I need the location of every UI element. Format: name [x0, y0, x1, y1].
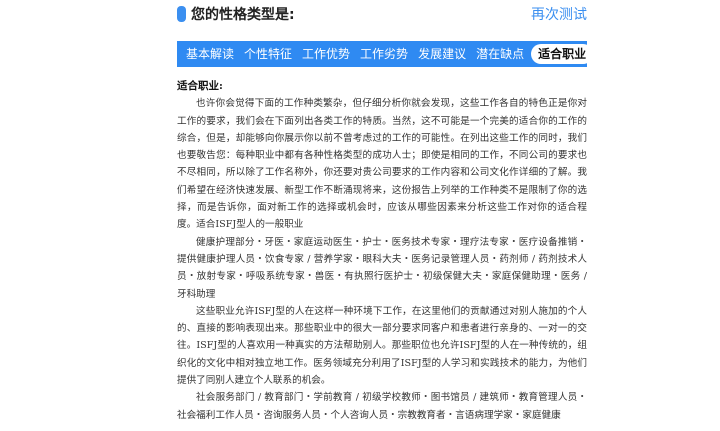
paragraph-healthcare-jobs: 健康护理部分・牙医・家庭运动医生・护士・医务技术专家・理疗法专家・医疗设备推销・… — [177, 236, 587, 300]
section-title: 适合职业: — [177, 80, 223, 92]
page-title: 您的性格类型是: — [191, 7, 295, 23]
tab-work-strengths[interactable]: 工作优势 — [297, 41, 355, 67]
retest-link[interactable]: 再次测试 — [531, 4, 587, 24]
tab-bar: 基本解读 个性特征 工作优势 工作劣势 发展建议 潜在缺点 适合职业 — [177, 41, 594, 67]
tab-potential-flaws[interactable]: 潜在缺点 — [471, 41, 529, 67]
title-accent-bar — [177, 6, 186, 22]
tab-development-advice[interactable]: 发展建议 — [413, 41, 471, 67]
content-panel: 适合职业: 也许你会觉得下面的工作种类繁杂，但仔细分析你就会发现，这些工作各自的… — [177, 78, 587, 424]
tab-suitable-careers[interactable]: 适合职业 — [531, 44, 594, 64]
paragraph-education-jobs: 社会服务部门 / 教育部门・学前教育 / 初级学校教师・图书馆员 / 建筑师・教… — [177, 392, 587, 421]
paragraph-intro: 也许你会觉得下面的工作种类繁杂，但仔细分析你就会发现，这些工作各自的特色正是你对… — [177, 98, 587, 231]
result-header: 您的性格类型是: 再次测试 — [177, 0, 587, 32]
tab-work-weaknesses[interactable]: 工作劣势 — [355, 41, 413, 67]
tab-personality-traits[interactable]: 个性特征 — [239, 41, 297, 67]
tab-basic-interpretation[interactable]: 基本解读 — [181, 41, 239, 67]
paragraph-healthcare-reason: 这些职业允许ISFJ型的人在这样一种环境下工作，在这里他们的贡献通过对别人施加的… — [177, 305, 587, 387]
